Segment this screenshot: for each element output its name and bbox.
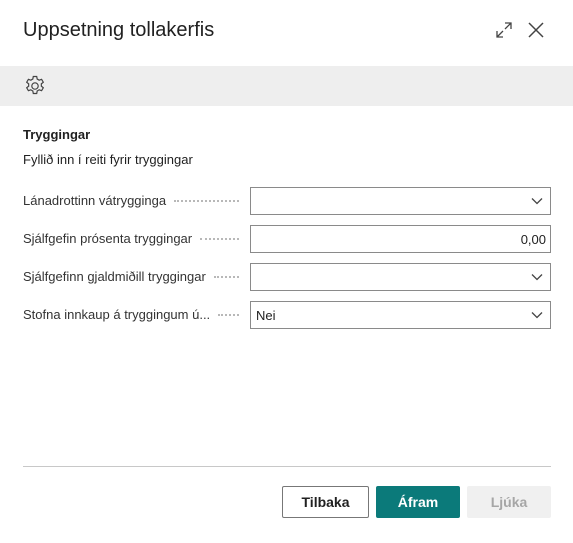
- gear-icon[interactable]: [23, 74, 47, 98]
- dialog-header: Uppsetning tollakerfis: [0, 0, 573, 64]
- field-default-currency: Sjálfgefinn gjaldmiðill tryggingar: [23, 263, 551, 291]
- field-label: Lánadrottinn vátrygginga: [23, 193, 245, 208]
- field-vendor-insurance: Lánadrottinn vátrygginga: [23, 187, 551, 215]
- chevron-down-icon: [531, 274, 543, 281]
- chevron-down-icon: [531, 312, 543, 319]
- vendor-insurance-dropdown[interactable]: [250, 187, 551, 215]
- section-description: Fyllið inn í reiti fyrir tryggingar: [23, 152, 193, 167]
- field-label: Sjálfgefinn gjaldmiðill tryggingar: [23, 269, 245, 284]
- close-icon[interactable]: [526, 20, 546, 40]
- dialog-title: Uppsetning tollakerfis: [23, 19, 215, 41]
- toolbar: [0, 66, 573, 106]
- field-default-percent: Sjálfgefin prósenta tryggingar 0,00: [23, 225, 551, 253]
- create-purchase-dropdown[interactable]: Nei: [250, 301, 551, 329]
- next-button[interactable]: Áfram: [376, 486, 460, 518]
- field-label: Stofna innkaup á tryggingum ú...: [23, 307, 245, 322]
- footer-divider: [23, 466, 551, 467]
- back-button[interactable]: Tilbaka: [282, 486, 369, 518]
- setup-dialog: Uppsetning tollakerfis Tryggingar Fyllið…: [0, 0, 573, 543]
- finish-button[interactable]: Ljúka: [467, 486, 551, 518]
- expand-icon[interactable]: [494, 20, 514, 40]
- field-label: Sjálfgefin prósenta tryggingar: [23, 231, 245, 246]
- default-currency-dropdown[interactable]: [250, 263, 551, 291]
- chevron-down-icon: [531, 198, 543, 205]
- default-percent-input[interactable]: 0,00: [250, 225, 551, 253]
- section-title: Tryggingar: [23, 127, 91, 142]
- field-create-purchase: Stofna innkaup á tryggingum ú... Nei: [23, 301, 551, 329]
